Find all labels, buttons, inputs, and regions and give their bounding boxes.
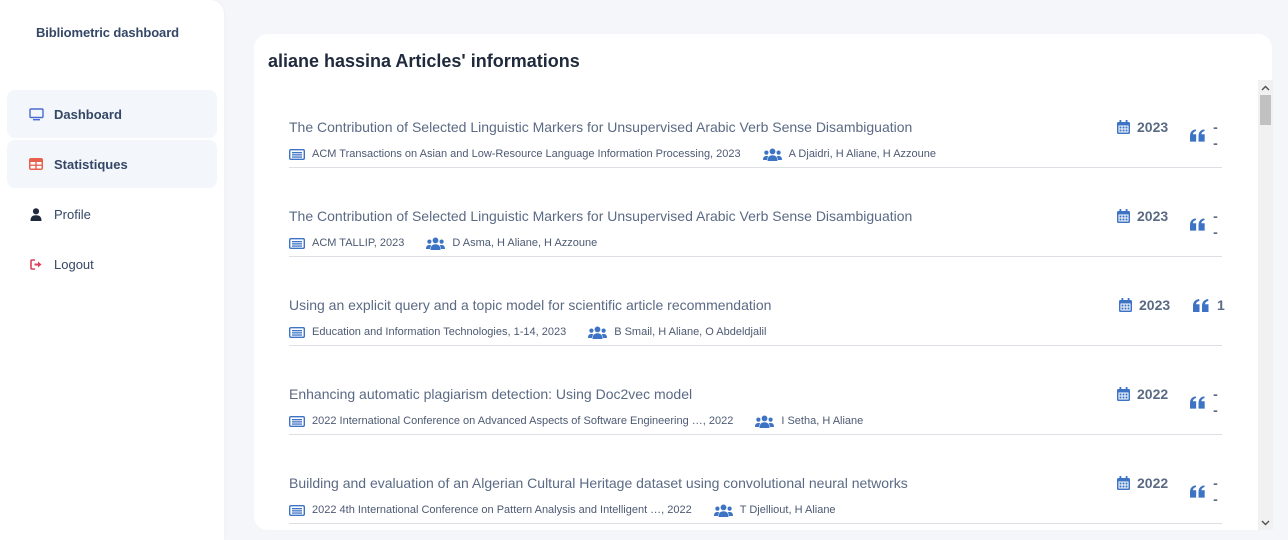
- article-authors: T Djelliout, H Aliane: [739, 504, 836, 516]
- article-authors: I Setha, H Aliane: [781, 415, 864, 427]
- article-source: ACM TALLIP, 2023: [312, 237, 405, 249]
- quote-icon: [1190, 217, 1205, 231]
- calendar-icon: [1119, 298, 1132, 312]
- sidebar-item-label: Statistiques: [54, 156, 128, 172]
- articles-card: aliane hassina Articles' informations Th…: [254, 34, 1272, 530]
- divider: [289, 345, 1222, 346]
- sidebar-item-statistiques[interactable]: Statistiques: [7, 140, 217, 188]
- sidebar-item-label: Logout: [54, 256, 94, 272]
- article-title-link[interactable]: Using an explicit query and a topic mode…: [289, 297, 771, 313]
- article-citations-value: --: [1213, 386, 1218, 418]
- list-item: Using an explicit query and a topic mode…: [289, 287, 1225, 376]
- sidebar-item-label: Profile: [54, 206, 91, 222]
- article-title-link[interactable]: Enhancing automatic plagiarism detection…: [289, 386, 692, 402]
- users-icon: [588, 326, 608, 339]
- article-citations: 1: [1193, 297, 1225, 313]
- divider: [289, 523, 1222, 524]
- calendar-icon: [1117, 209, 1130, 223]
- article-citations: --: [1190, 475, 1222, 507]
- vertical-scrollbar[interactable]: [1258, 80, 1273, 530]
- monitor-icon: [28, 106, 44, 122]
- quote-icon: [1190, 395, 1205, 409]
- table-icon: [28, 156, 44, 172]
- article-source: ACM Transactions on Asian and Low-Resour…: [312, 148, 741, 160]
- article-year: 2022: [1117, 386, 1168, 402]
- article-title-link[interactable]: The Contribution of Selected Linguistic …: [289, 208, 912, 224]
- calendar-icon: [1117, 120, 1130, 134]
- calendar-icon: [1117, 387, 1130, 401]
- logout-icon: [28, 256, 44, 272]
- newspaper-icon: [289, 504, 305, 516]
- page-title: aliane hassina Articles' informations: [268, 51, 580, 71]
- brand-title: Bibliometric dashboard: [36, 25, 179, 40]
- article-year-value: 2023: [1139, 297, 1171, 313]
- divider: [289, 434, 1222, 435]
- article-year-value: 2023: [1137, 119, 1169, 135]
- article-meta: ACM Transactions on Asian and Low-Resour…: [289, 147, 936, 161]
- article-meta: 2022 4th International Conference on Pat…: [289, 503, 836, 517]
- scroll-down-arrow-icon[interactable]: [1258, 515, 1273, 530]
- article-citations-value: 1: [1217, 297, 1225, 313]
- article-year: 2023: [1117, 119, 1168, 135]
- sidebar-item-dashboard[interactable]: Dashboard: [7, 90, 217, 138]
- article-source: 2022 4th International Conference on Pat…: [312, 504, 692, 516]
- article-meta: ACM TALLIP, 2023 D Asma, H Aliane, H Azz…: [289, 236, 597, 250]
- article-year: 2023: [1119, 297, 1170, 313]
- calendar-icon: [1117, 476, 1130, 490]
- article-source: 2022 International Conference on Advance…: [312, 415, 734, 427]
- users-icon: [426, 237, 446, 250]
- article-authors: B Smail, H Aliane, O Abdeldjalil: [614, 326, 767, 338]
- article-citations-value: --: [1213, 475, 1218, 507]
- article-title-link[interactable]: Building and evaluation of an Algerian C…: [289, 475, 908, 491]
- article-meta: 2022 International Conference on Advance…: [289, 414, 863, 428]
- article-year-value: 2022: [1137, 386, 1169, 402]
- newspaper-icon: [289, 148, 305, 160]
- sidebar-item-logout[interactable]: Logout: [7, 240, 217, 288]
- divider: [289, 167, 1222, 168]
- users-icon: [713, 504, 733, 517]
- list-item: The Contribution of Selected Linguistic …: [289, 198, 1222, 287]
- article-source: Education and Information Technologies, …: [312, 326, 567, 338]
- article-authors: D Asma, H Aliane, H Azzoune: [452, 237, 598, 249]
- article-citations-value: --: [1213, 208, 1218, 240]
- article-authors: A Djaidri, H Aliane, H Azzoune: [788, 148, 936, 160]
- quote-icon: [1193, 298, 1209, 312]
- article-title-link[interactable]: The Contribution of Selected Linguistic …: [289, 119, 912, 135]
- article-citations: --: [1190, 119, 1222, 151]
- scroll-up-arrow-icon[interactable]: [1258, 80, 1273, 95]
- article-citations: --: [1190, 386, 1222, 418]
- article-year: 2022: [1117, 475, 1168, 491]
- newspaper-icon: [289, 326, 305, 338]
- article-citations-value: --: [1213, 119, 1218, 151]
- list-item: The Contribution of Selected Linguistic …: [289, 109, 1222, 198]
- sidebar-item-profile[interactable]: Profile: [7, 190, 217, 238]
- quote-icon: [1190, 128, 1205, 142]
- quote-icon: [1190, 484, 1205, 498]
- sidebar-item-label: Dashboard: [54, 106, 122, 122]
- article-citations: --: [1190, 208, 1222, 240]
- article-year: 2023: [1117, 208, 1168, 224]
- article-meta: Education and Information Technologies, …: [289, 325, 766, 339]
- user-icon: [28, 206, 44, 222]
- list-item: Enhancing automatic plagiarism detection…: [289, 376, 1222, 465]
- newspaper-icon: [289, 415, 305, 427]
- scrollbar-thumb[interactable]: [1260, 95, 1271, 125]
- users-icon: [762, 148, 782, 161]
- article-year-value: 2023: [1137, 208, 1169, 224]
- article-year-value: 2022: [1137, 475, 1169, 491]
- newspaper-icon: [289, 237, 305, 249]
- divider: [289, 256, 1222, 257]
- sidebar: Bibliometric dashboard Dashboard Statist…: [0, 0, 224, 540]
- list-item: Building and evaluation of an Algerian C…: [289, 465, 1222, 530]
- users-icon: [755, 415, 775, 428]
